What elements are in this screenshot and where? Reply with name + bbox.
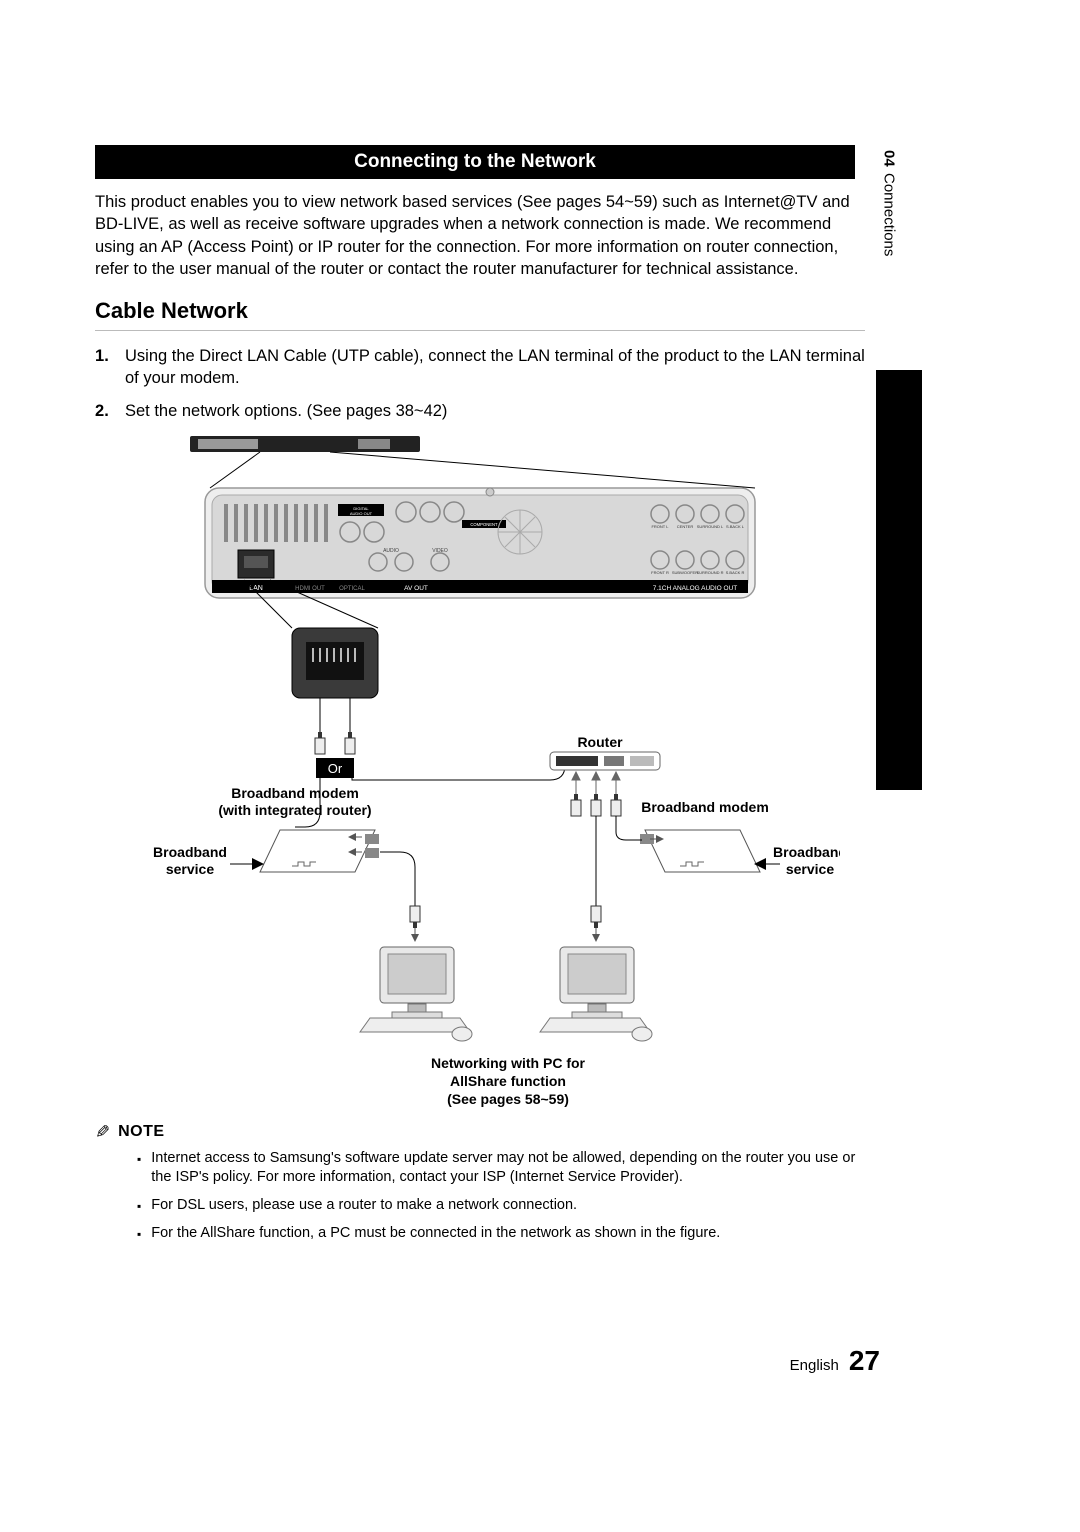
note-label: NOTE: [118, 1123, 164, 1141]
step-item: Set the network options. (See pages 38~4…: [95, 400, 865, 422]
svg-text:Or: Or: [328, 761, 343, 776]
modem-left-icon: [260, 830, 379, 872]
chapter-tab: 04 Connections: [876, 150, 902, 256]
svg-text:HDMI OUT: HDMI OUT: [295, 586, 325, 592]
pc-right-icon: [540, 947, 652, 1041]
svg-text:VIDEO: VIDEO: [432, 548, 448, 554]
svg-text:AUDIO: AUDIO: [383, 548, 399, 554]
svg-text:CENTER: CENTER: [677, 524, 694, 529]
svg-text:AllShare function: AllShare function: [450, 1073, 566, 1089]
footer-language: English: [790, 1357, 839, 1374]
note-item: Internet access to Samsung's software up…: [137, 1149, 857, 1188]
page-number: 27: [849, 1345, 880, 1377]
svg-text:LAN: LAN: [249, 585, 263, 592]
note-heading: ✎ NOTE: [95, 1122, 870, 1143]
connection-diagram: DIGITAL AUDIO OUT COMPONENT AUDIO VIDEO: [95, 432, 865, 1112]
page-content: Connecting to the Network This product e…: [95, 145, 870, 1251]
note-text: Internet access to Samsung's software up…: [151, 1149, 857, 1188]
intro-paragraph: This product enables you to view network…: [95, 191, 865, 280]
svg-text:service: service: [166, 861, 214, 877]
note-text: For DSL users, please use a router to ma…: [151, 1196, 577, 1216]
step-item: Using the Direct LAN Cable (UTP cable), …: [95, 345, 865, 390]
note-icon: ✎: [95, 1122, 110, 1143]
svg-text:AV OUT: AV OUT: [404, 585, 428, 592]
note-item: For the AllShare function, a PC must be …: [137, 1224, 857, 1244]
pc-left-icon: [360, 947, 472, 1041]
svg-text:Router: Router: [577, 734, 623, 750]
svg-text:SUBWOOFER: SUBWOOFER: [672, 570, 698, 575]
svg-text:service: service: [786, 861, 834, 877]
step-text: Using the Direct LAN Cable (UTP cable), …: [125, 345, 865, 390]
svg-text:Broadband: Broadband: [153, 844, 227, 860]
svg-text:Broadband: Broadband: [773, 844, 840, 860]
svg-text:Broadband modem: Broadband modem: [231, 785, 359, 801]
step-text: Set the network options. (See pages 38~4…: [125, 400, 447, 422]
page-footer: English 27: [790, 1345, 880, 1377]
svg-text:OPTICAL: OPTICAL: [339, 586, 365, 592]
svg-text:(See pages 58~59): (See pages 58~59): [447, 1091, 569, 1107]
svg-text:S.BACK R: S.BACK R: [726, 570, 745, 575]
svg-text:Networking with PC for: Networking with PC for: [431, 1055, 586, 1071]
svg-text:COMPONENT: COMPONENT: [470, 522, 498, 527]
subsection-heading: Cable Network: [95, 298, 870, 324]
chapter-number: 04: [881, 150, 898, 167]
svg-text:AUDIO OUT: AUDIO OUT: [350, 511, 373, 516]
svg-text:7.1CH ANALOG AUDIO OUT: 7.1CH ANALOG AUDIO OUT: [653, 585, 738, 592]
svg-text:(with integrated router): (with integrated router): [218, 802, 371, 818]
svg-text:FRONT L: FRONT L: [651, 524, 669, 529]
svg-text:Broadband modem: Broadband modem: [641, 799, 769, 815]
chapter-title: Connections: [881, 173, 898, 256]
instruction-list: Using the Direct LAN Cable (UTP cable), …: [95, 345, 865, 422]
svg-text:FRONT R: FRONT R: [651, 570, 669, 575]
svg-text:SURROUND R: SURROUND R: [696, 570, 723, 575]
thumb-index-bar: [876, 370, 922, 790]
modem-right-icon: [640, 830, 760, 872]
note-item: For DSL users, please use a router to ma…: [137, 1196, 857, 1216]
svg-text:SURROUND L: SURROUND L: [697, 524, 724, 529]
divider: [95, 330, 865, 331]
note-list: Internet access to Samsung's software up…: [137, 1149, 857, 1243]
note-text: For the AllShare function, a PC must be …: [151, 1224, 720, 1244]
section-header: Connecting to the Network: [95, 145, 855, 179]
diagram-svg: DIGITAL AUDIO OUT COMPONENT AUDIO VIDEO: [120, 432, 840, 1112]
svg-text:S.BACK L: S.BACK L: [726, 524, 745, 529]
